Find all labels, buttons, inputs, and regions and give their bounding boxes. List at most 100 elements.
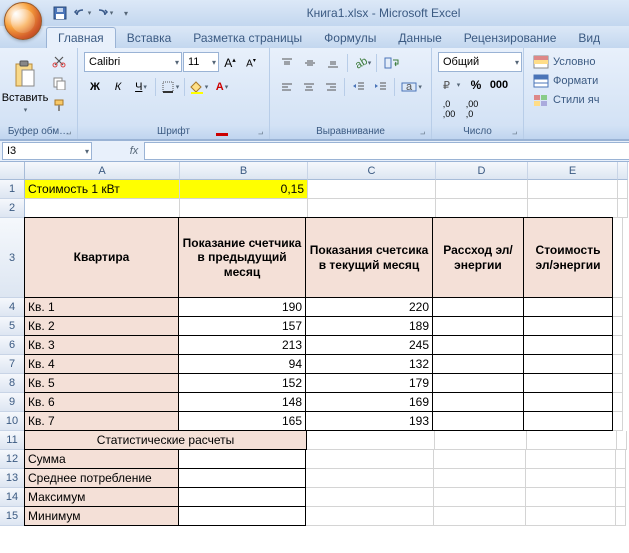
cell[interactable]: 0,15 — [180, 180, 308, 199]
align-center-icon[interactable] — [298, 76, 319, 98]
cell-styles-button[interactable]: Стили яч — [530, 92, 623, 108]
percent-icon[interactable]: % — [465, 74, 487, 96]
italic-icon[interactable]: К — [107, 76, 129, 98]
row-header[interactable]: 9 — [0, 393, 25, 412]
col-header-e[interactable]: E — [528, 162, 618, 180]
cell[interactable]: Показание счетчика в предыдущий месяц — [178, 217, 306, 298]
align-bottom-icon[interactable] — [322, 52, 344, 74]
number-format-combo[interactable]: Общий — [438, 52, 522, 72]
cell[interactable]: Стоимость эл/энергии — [523, 217, 613, 298]
cell[interactable] — [432, 335, 524, 355]
cell[interactable] — [523, 392, 613, 412]
cell[interactable] — [432, 297, 524, 317]
borders-icon[interactable]: ▾ — [159, 76, 181, 98]
cell[interactable] — [523, 297, 613, 317]
cell[interactable] — [523, 335, 613, 355]
cell[interactable] — [523, 354, 613, 374]
select-all-corner[interactable] — [0, 162, 25, 180]
row-header[interactable]: 7 — [0, 355, 25, 374]
cell[interactable] — [432, 411, 524, 431]
cell[interactable]: Статистические расчеты — [24, 430, 307, 450]
name-box[interactable]: I3 — [2, 142, 92, 160]
cell[interactable] — [436, 180, 528, 199]
col-header-d[interactable]: D — [436, 162, 528, 180]
row-header[interactable]: 12 — [0, 450, 25, 469]
row-header[interactable]: 14 — [0, 488, 25, 507]
cut-icon[interactable] — [48, 50, 70, 72]
cell[interactable]: 165 — [178, 411, 306, 431]
font-color-icon[interactable]: A▾ — [211, 76, 233, 98]
increase-indent-icon[interactable] — [370, 76, 391, 98]
underline-icon[interactable]: Ч▾ — [130, 76, 152, 98]
cell[interactable]: 148 — [178, 392, 306, 412]
tab-formulas[interactable]: Формулы — [313, 28, 387, 48]
cell[interactable]: 190 — [178, 297, 306, 317]
cell[interactable] — [308, 180, 436, 199]
row-header[interactable]: 1 — [0, 180, 25, 199]
bold-icon[interactable]: Ж — [84, 76, 106, 98]
undo-icon[interactable]: ▾ — [72, 3, 92, 23]
cell[interactable]: Минимум — [24, 506, 179, 526]
cell[interactable] — [432, 392, 524, 412]
spreadsheet-grid[interactable]: A B C D E 1 Стоимость 1 кВт 0,15 2 3 Ква… — [0, 162, 629, 526]
tab-review[interactable]: Рецензирование — [453, 28, 568, 48]
col-header-a[interactable]: A — [25, 162, 180, 180]
tab-view[interactable]: Вид — [567, 28, 611, 48]
decrease-decimal-icon[interactable]: ,00,0 — [461, 98, 483, 120]
cell[interactable]: Кв. 2 — [24, 316, 179, 336]
cell[interactable] — [178, 449, 306, 469]
cell[interactable]: Кв. 7 — [24, 411, 179, 431]
cell[interactable] — [523, 373, 613, 393]
cell[interactable]: Кв. 6 — [24, 392, 179, 412]
row-header[interactable]: 6 — [0, 336, 25, 355]
row-header[interactable]: 11 — [0, 431, 25, 450]
shrink-font-icon[interactable]: A▾ — [241, 52, 261, 74]
row-header[interactable]: 5 — [0, 317, 25, 336]
tab-home[interactable]: Главная — [46, 27, 116, 48]
redo-icon[interactable]: ▾ — [94, 3, 114, 23]
row-header[interactable]: 15 — [0, 507, 25, 526]
fx-icon[interactable]: fx — [124, 145, 144, 157]
cell[interactable]: 179 — [305, 373, 433, 393]
font-name-combo[interactable]: Calibri — [84, 52, 182, 72]
cell[interactable]: Кв. 4 — [24, 354, 179, 374]
accounting-icon[interactable]: ₽▾ — [438, 74, 464, 96]
cell[interactable]: Кв. 5 — [24, 373, 179, 393]
cell[interactable]: 220 — [305, 297, 433, 317]
cell[interactable]: 193 — [305, 411, 433, 431]
cell[interactable]: 132 — [305, 354, 433, 374]
cell[interactable] — [178, 506, 306, 526]
decrease-indent-icon[interactable] — [348, 76, 369, 98]
cell[interactable]: Максимум — [24, 487, 179, 507]
save-icon[interactable] — [50, 3, 70, 23]
cell[interactable]: Сумма — [24, 449, 179, 469]
cell[interactable]: Стоимость 1 кВт — [25, 180, 180, 199]
cell[interactable] — [432, 316, 524, 336]
row-header[interactable]: 8 — [0, 374, 25, 393]
copy-icon[interactable] — [48, 72, 70, 94]
merge-center-icon[interactable]: a▾ — [398, 76, 425, 98]
cell[interactable] — [523, 411, 613, 431]
wrap-text-icon[interactable] — [380, 52, 404, 74]
align-top-icon[interactable] — [276, 52, 298, 74]
conditional-format-button[interactable]: Условно — [530, 54, 623, 70]
align-right-icon[interactable] — [320, 76, 341, 98]
cell[interactable] — [618, 180, 628, 199]
paste-button[interactable]: Вставить ▾ — [4, 50, 46, 123]
cell[interactable]: Показания счетсика в текущий месяц — [305, 217, 433, 298]
cell[interactable] — [432, 373, 524, 393]
tab-layout[interactable]: Разметка страницы — [182, 28, 313, 48]
align-middle-icon[interactable] — [299, 52, 321, 74]
row-header[interactable]: 10 — [0, 412, 25, 431]
cell[interactable] — [432, 354, 524, 374]
orientation-icon[interactable]: ab▾ — [351, 52, 373, 74]
formula-input[interactable] — [144, 142, 629, 160]
cell[interactable]: 245 — [305, 335, 433, 355]
format-painter-icon[interactable] — [48, 94, 70, 116]
tab-data[interactable]: Данные — [387, 28, 452, 48]
cell[interactable] — [178, 487, 306, 507]
cell[interactable] — [178, 468, 306, 488]
cell[interactable]: 152 — [178, 373, 306, 393]
cell[interactable]: 213 — [178, 335, 306, 355]
col-header-c[interactable]: C — [308, 162, 436, 180]
